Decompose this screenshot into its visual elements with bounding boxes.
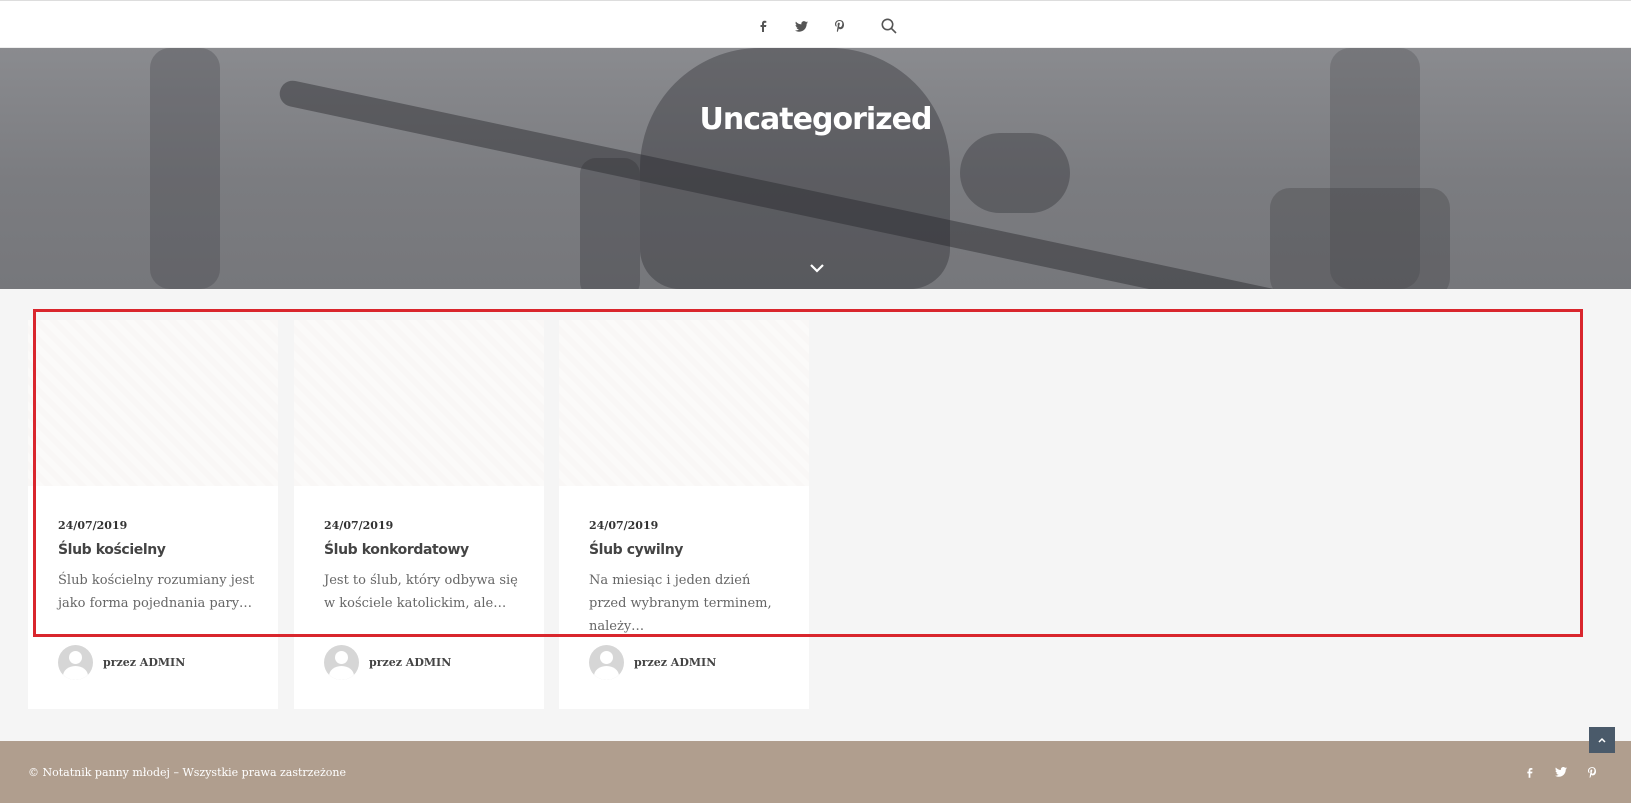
avatar — [589, 645, 624, 680]
header-social-icons — [744, 15, 908, 37]
copyright-text: © Notatnik panny młodej – Wszystkie praw… — [28, 766, 347, 779]
post-author[interactable]: przez ADMIN — [369, 656, 451, 669]
page-title: Uncategorized — [699, 102, 933, 137]
avatar — [324, 645, 359, 680]
scroll-down-chevron-icon[interactable] — [808, 260, 826, 274]
footer-social-icons — [1514, 764, 1607, 780]
pinterest-icon[interactable] — [820, 15, 858, 37]
footer: © Notatnik panny młodej – Wszystkie praw… — [0, 741, 1631, 803]
top-bar — [0, 0, 1631, 48]
hero-banner: Uncategorized — [0, 48, 1631, 289]
pinterest-icon[interactable] — [1576, 764, 1607, 780]
search-icon[interactable] — [870, 15, 908, 37]
facebook-icon[interactable] — [744, 15, 782, 37]
post-author[interactable]: przez ADMIN — [634, 656, 716, 669]
twitter-icon[interactable] — [1545, 764, 1576, 780]
chevron-up-icon — [1598, 737, 1606, 743]
hero-background-shape — [1270, 188, 1450, 289]
post-author[interactable]: przez ADMIN — [103, 656, 185, 669]
hero-background-shape — [960, 133, 1070, 213]
facebook-icon[interactable] — [1514, 764, 1545, 780]
hero-background-shape — [150, 48, 220, 289]
back-to-top-button[interactable] — [1589, 727, 1615, 753]
twitter-icon[interactable] — [782, 15, 820, 37]
avatar — [58, 645, 93, 680]
highlight-box — [33, 309, 1583, 637]
hero-background-shape — [640, 48, 950, 289]
